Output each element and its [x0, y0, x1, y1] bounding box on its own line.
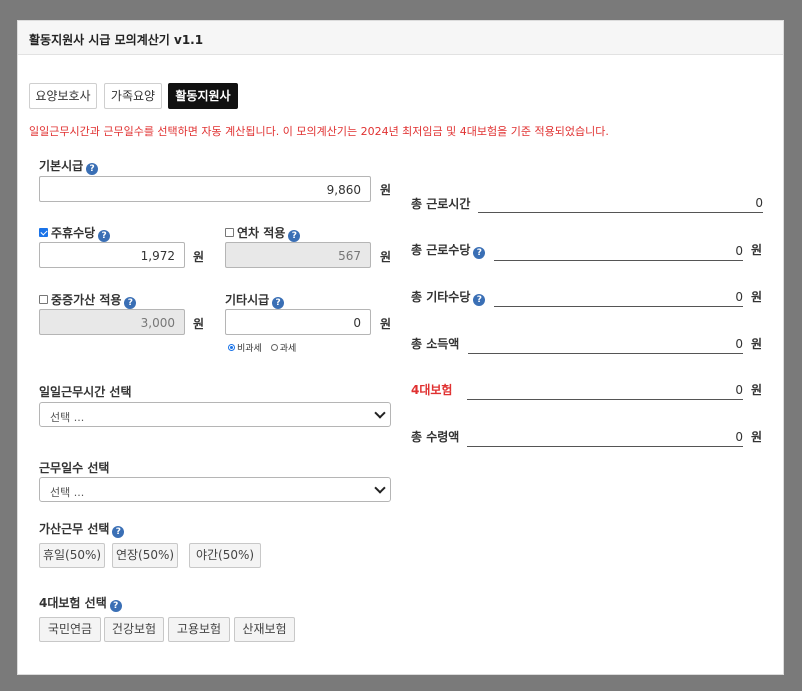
severe-bonus-checkbox[interactable] [39, 295, 48, 304]
base-wage-input[interactable]: 9,860 [39, 176, 371, 202]
employment-insurance-button[interactable]: 고용보험 [168, 617, 230, 642]
help-icon[interactable]: ? [109, 600, 122, 612]
weekly-allowance-label[interactable]: 주휴수당? [39, 224, 111, 242]
other-wage-label: 기타시급? [225, 291, 285, 309]
severe-bonus-unit: 원 [193, 317, 205, 331]
help-icon[interactable]: ? [288, 230, 301, 242]
annual-leave-checkbox[interactable] [225, 228, 234, 237]
daily-hours-select[interactable]: 선택 ... [39, 402, 391, 427]
calculator-card: 활동지원사 시급 모의계산기 v1.1 요양보호사 가족요양 활동지원사 일일근… [17, 20, 784, 675]
total-work-pay-label: 총 근로수당? [411, 241, 486, 259]
total-income-unit: 원 [751, 337, 763, 351]
weekly-allowance-unit: 원 [193, 250, 205, 264]
extra-work-label: 가산근무 선택? [39, 520, 125, 538]
health-insurance-button[interactable]: 건강보험 [104, 617, 164, 642]
tab-family-care[interactable]: 가족요양 [104, 83, 162, 109]
help-icon[interactable]: ? [112, 526, 125, 538]
tab-care-worker[interactable]: 요양보호사 [29, 83, 97, 109]
other-wage-input[interactable]: 0 [225, 309, 371, 335]
annual-leave-label[interactable]: 연차 적용? [225, 224, 301, 242]
overtime-button[interactable]: 연장(50%) [112, 543, 178, 568]
taxable-option[interactable]: 과세 [270, 344, 296, 354]
total-income-label: 총 소득액 [411, 337, 460, 351]
base-wage-unit: 원 [380, 183, 392, 197]
total-hours-label: 총 근로시간 [411, 197, 471, 211]
total-received-unit: 원 [751, 430, 763, 444]
daily-hours-placeholder: 선택 ... [50, 411, 85, 424]
notice-text: 일일근무시간과 근무일수를 선택하면 자동 계산됩니다. 이 모의계산기는 20… [29, 125, 609, 138]
radio-icon[interactable] [270, 344, 278, 351]
work-days-label: 근무일수 선택 [39, 461, 110, 475]
pension-button[interactable]: 국민연금 [39, 617, 101, 642]
weekly-allowance-input[interactable]: 1,972 [39, 242, 185, 268]
insurance-label: 4대보험 선택? [39, 594, 122, 612]
tax-free-option[interactable]: 비과세 [228, 344, 262, 354]
help-icon[interactable]: ? [124, 297, 137, 309]
card-title: 활동지원사 시급 모의계산기 v1.1 [18, 21, 783, 55]
night-button[interactable]: 야간(50%) [189, 543, 261, 568]
base-wage-label: 기본시급? [39, 157, 99, 175]
help-icon[interactable]: ? [473, 247, 486, 259]
insurance-total-unit: 원 [751, 383, 763, 397]
industrial-insurance-button[interactable]: 산재보험 [234, 617, 295, 642]
other-wage-unit: 원 [380, 317, 392, 331]
total-received-value: 0 [467, 427, 743, 447]
work-days-placeholder: 선택 ... [50, 486, 85, 499]
severe-bonus-label[interactable]: 중증가산 적용? [39, 291, 137, 309]
total-work-pay-value: 0 [494, 241, 743, 261]
total-income-value: 0 [468, 334, 743, 354]
total-other-pay-value: 0 [494, 287, 743, 307]
insurance-total-label: 4대보험 [411, 383, 453, 397]
total-hours-value: 0 [478, 193, 763, 213]
insurance-total-value: 0 [467, 380, 743, 400]
radio-icon[interactable] [228, 344, 235, 351]
annual-leave-input: 567 [225, 242, 371, 268]
holiday-button[interactable]: 휴일(50%) [39, 543, 105, 568]
tax-option-group: 비과세 과세 [228, 341, 296, 354]
help-icon[interactable]: ? [272, 297, 285, 309]
weekly-allowance-checkbox[interactable] [39, 228, 48, 237]
work-days-select[interactable]: 선택 ... [39, 477, 391, 502]
help-icon[interactable]: ? [473, 294, 486, 306]
total-other-pay-label: 총 기타수당? [411, 288, 486, 306]
chevron-down-icon [374, 482, 386, 494]
total-work-pay-unit: 원 [751, 243, 763, 257]
daily-hours-label: 일일근무시간 선택 [39, 385, 132, 399]
help-icon[interactable]: ? [98, 230, 111, 242]
total-other-pay-unit: 원 [751, 290, 763, 304]
chevron-down-icon [374, 407, 386, 419]
severe-bonus-input: 3,000 [39, 309, 185, 335]
total-received-label: 총 수령액 [411, 430, 460, 444]
help-icon[interactable]: ? [86, 163, 99, 175]
tab-activity-support[interactable]: 활동지원사 [168, 83, 238, 109]
annual-leave-unit: 원 [380, 250, 392, 264]
